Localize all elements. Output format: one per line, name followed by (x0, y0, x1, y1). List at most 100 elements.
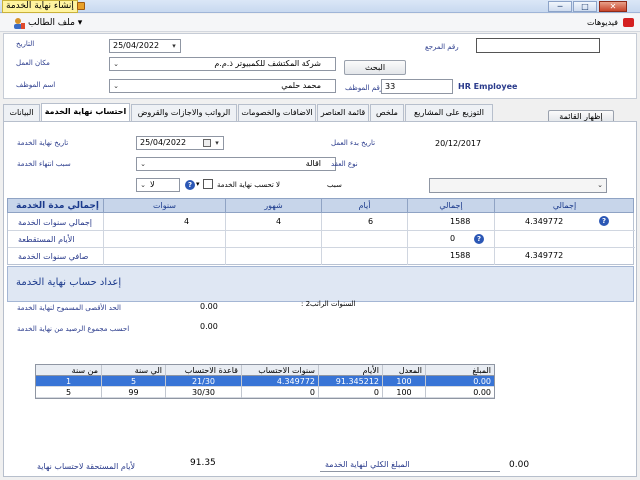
table-row[interactable]: 5 99 30/30 0 0 100 0.00 (36, 387, 494, 398)
total-service-years-label: إجمالي سنوات الخدمة (18, 218, 93, 227)
reason-select[interactable]: ⌄ (429, 178, 607, 193)
end-date-label: تاريخ نهاية الخدمة (17, 139, 69, 147)
contract-type-label: نوع العقد (331, 160, 358, 168)
net-service-years-label: صافي سنوات الخدمة (18, 252, 89, 261)
chevron-down-icon[interactable]: ⌄ (137, 179, 149, 191)
total-amount-value: 0.00 (509, 460, 530, 470)
net-years-value: 4.349772 (525, 251, 564, 260)
due-days-label: لأيام المستحقة لاحتساب نهاية (37, 462, 136, 471)
duration-grid-body: إجمالي سنوات الخدمة 4 4 6 1588 4.349772 … (7, 213, 635, 265)
employee-name-select[interactable]: محمد حلمي ⌄ (109, 79, 336, 93)
employee-name-label: اسم الموظف (16, 81, 56, 89)
calc-years-cell[interactable]: 4.349772 (241, 376, 318, 387)
no-select[interactable]: ⌄ لا (136, 178, 180, 192)
deducted-days-label: الأيام المستقطعة (18, 235, 75, 244)
end-date-value: 25/04/2022 (140, 138, 187, 147)
help-icon[interactable]: ? (185, 180, 195, 190)
video-icon (623, 18, 634, 27)
total-days-value: 1588 (450, 217, 471, 226)
chevron-down-icon[interactable]: ⌄ (137, 158, 149, 170)
amount-cell[interactable]: 0.00 (425, 387, 494, 398)
tab-items-list[interactable]: قائمة العناصر (317, 104, 369, 121)
balance-label: احسب مجموع الرصيد من نهاية الخدمة (17, 325, 130, 333)
from-year-cell[interactable]: 1 (36, 376, 101, 387)
start-date-label: تاريخ بدء العمل (331, 139, 376, 147)
chevron-down-icon[interactable]: ⌄ (110, 58, 122, 70)
days-cell[interactable]: 0 (318, 387, 382, 398)
col-years: سنوات (103, 199, 225, 213)
chevron-down-icon[interactable]: ⌄ (594, 179, 606, 192)
chevron-down-icon[interactable]: ⌄ (110, 80, 122, 92)
end-date-field[interactable]: 25/04/2022 ▾ (136, 136, 224, 150)
help-icon[interactable]: ? (474, 234, 484, 244)
videos-link[interactable]: فيديوهات (587, 17, 618, 29)
employee-no-label: رقم الموظف (345, 84, 384, 92)
to-year-cell[interactable]: 99 (101, 387, 165, 398)
calc-years-cell[interactable]: 0 (241, 387, 318, 398)
net-days-value: 1588 (450, 251, 471, 260)
years-value: 4 (184, 217, 190, 226)
rate-cell[interactable]: 100 (382, 387, 425, 398)
amount-cell[interactable]: 0.00 (425, 376, 494, 387)
total-amount-label: المبلغ الكلي لنهاية الخدمة (325, 460, 410, 469)
from-year-cell[interactable]: 5 (36, 387, 101, 398)
minimize-button[interactable]: ─ (548, 1, 572, 12)
no-calc-checkbox[interactable] (203, 179, 213, 189)
col-to-year: الي سنة (101, 365, 165, 376)
col-from-year: من سنة (71, 366, 98, 375)
calc-base-cell[interactable]: 21/30 (165, 376, 241, 387)
calc-table-header: من سنة الي سنة قاعدة الاحتساب سنوات الاح… (36, 365, 494, 376)
no-value: لا (150, 180, 155, 189)
end-reason-select[interactable]: اقالة ⌄ (136, 157, 336, 171)
help-icon[interactable]: ? (599, 216, 609, 226)
reference-input[interactable] (476, 38, 600, 53)
workplace-label: مكان العمل (16, 59, 50, 67)
tab-summary[interactable]: ملخص (370, 104, 404, 121)
no-calc-label: لا تحسب نهاية الخدمة (217, 181, 281, 189)
rate-cell[interactable]: 100 (382, 376, 425, 387)
col-total: إجمالي (407, 199, 494, 213)
workplace-select[interactable]: شركة المكتشف للكمبيوتر ذ.م.م ⌄ (109, 57, 336, 71)
to-year-cell[interactable]: 5 (101, 376, 165, 387)
tab-data[interactable]: البيانات (3, 104, 40, 121)
days-value: 6 (368, 217, 374, 226)
col-days: الأيام (318, 365, 382, 376)
chevron-down-icon: ▾ (74, 18, 83, 28)
date-field[interactable]: 25/04/2022 ▾ (109, 39, 181, 53)
tab-bar: البيانات احتساب نهاية الخدمة الرواتب وال… (3, 103, 493, 122)
employee-name-value: محمد حلمي (281, 81, 321, 90)
col-calc-base: قاعدة الاحتساب (165, 365, 241, 376)
reason-label: سبب (327, 181, 342, 189)
months-value: 4 (276, 217, 282, 226)
divider (320, 471, 500, 472)
col-days: أيام (321, 199, 407, 213)
table-row[interactable]: 1 5 21/30 4.349772 91.345212 100 0.00 (36, 376, 494, 387)
close-button[interactable]: ✕ (599, 1, 627, 12)
student-file-menu[interactable]: ▾ ملف الطالب (28, 16, 82, 30)
max-allowed-label: الحد الأقصى المسموح لنهاية الخدمة (17, 304, 121, 312)
maximize-button[interactable]: □ (573, 1, 597, 12)
search-button[interactable]: البحث (344, 60, 406, 75)
duration-grid-title: إجمالي مدة الخدمة (16, 201, 99, 211)
tab-additions[interactable]: الاضافات والخصومات (238, 104, 316, 121)
calendar-icon[interactable] (203, 139, 211, 147)
days-cell[interactable]: 91.345212 (318, 376, 382, 387)
user-icon (14, 18, 25, 29)
tab-salaries[interactable]: الرواتب والاجازات والقروض (131, 104, 237, 121)
chevron-down-icon[interactable]: ▾ (168, 40, 180, 52)
col-rate: المعدل (382, 365, 425, 376)
chevron-down-icon[interactable]: ▾ (211, 137, 223, 149)
tab-project-distribution[interactable]: التوزيع على المشاريع (405, 104, 493, 121)
col-calc-years: سنوات الاحتساب (241, 365, 318, 376)
module-title: HR Employee (458, 82, 518, 91)
student-file-label: ملف الطالب (28, 18, 75, 28)
menu-bar: ▾ ملف الطالب فيديوهات (0, 14, 640, 32)
calc-base-cell[interactable]: 30/30 (165, 387, 241, 398)
workplace-value: شركة المكتشف للكمبيوتر ذ.م.م (214, 59, 321, 68)
employee-no-input[interactable]: 33 (381, 79, 453, 94)
tab-end-of-service[interactable]: احتساب نهاية الخدمة (41, 103, 130, 122)
deducted-days-value: 0 (450, 234, 456, 243)
end-reason-label: سبب انتهاء الخدمة (17, 160, 71, 168)
date-label: التاريخ (16, 40, 35, 48)
balance-value: 0.00 (200, 322, 218, 331)
